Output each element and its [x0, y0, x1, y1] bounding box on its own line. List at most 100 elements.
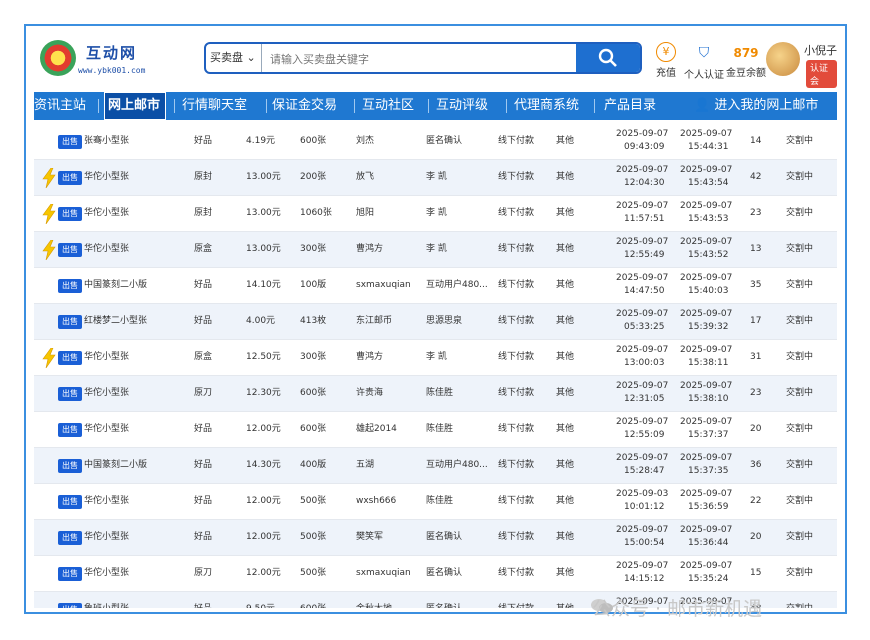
time-text: 15:43:53: [688, 214, 729, 224]
sell-badge: 出售: [58, 387, 82, 401]
time-text: 15:28:47: [624, 466, 665, 476]
cell-name[interactable]: 华佗小型张: [84, 160, 129, 195]
cell-grade: 好品: [194, 424, 213, 434]
yuan-icon: ¥: [656, 42, 676, 62]
table-row[interactable]: 出售 中国篆刻二小版 好品 14.10元 100版 sxmaxuqian 互动用户480..…: [34, 268, 837, 304]
site-logo-text[interactable]: 互动网: [86, 42, 137, 63]
publish-time: 2025-09-07 12:55:49: [616, 232, 668, 267]
nav-item-news[interactable]: 资讯主站: [34, 92, 86, 120]
cell-qty: 600张: [300, 388, 327, 398]
table-row[interactable]: 出售 华佗小型张 原封 13.00元 1060张 旭阳 李 凯 线下付款 其他 2025-09-0…: [34, 196, 837, 232]
table-row[interactable]: 出售 华佗小型张 好品 12.00元 500张 wxsh666 陈佳胜 线下付款 其他 2025-…: [34, 484, 837, 520]
table-row[interactable]: 出售 张骞小型张 好品 4.19元 600张 刘杰 匿名确认 线下付款 其他 2025-09-07…: [34, 124, 837, 160]
table-row[interactable]: 出售 华佗小型张 原刀 12.00元 500张 sxmaxuqian 匿名确认 线下付款 其他 2…: [34, 556, 837, 592]
time-text: 12:55:49: [624, 250, 665, 260]
cell-grade: 原盒: [194, 352, 213, 362]
cell-count: 20: [750, 532, 762, 542]
cell-qty: 300张: [300, 352, 327, 362]
nav-item-catalog[interactable]: 产品目录: [604, 92, 656, 120]
gold-bean-link[interactable]: 879 金豆余额: [726, 42, 766, 79]
cell-seller: 五湖: [356, 460, 375, 470]
nav-divider: [506, 99, 507, 113]
sell-badge: 出售: [58, 135, 82, 149]
cell-name[interactable]: 华佗小型张: [84, 520, 129, 555]
table-row[interactable]: 出售 红楼梦二小型张 好品 4.00元 413枚 东江邮币 思源思泉 线下付款 其他 2025-0…: [34, 304, 837, 340]
deal-time: 2025-09-07 15:37:37: [680, 412, 732, 447]
cell-qty: 413枚: [300, 316, 327, 326]
nav-item-agent-system[interactable]: 代理商系统: [514, 92, 579, 120]
cell-name[interactable]: 华佗小型张: [84, 340, 129, 375]
lightning-icon: [42, 168, 56, 188]
cell-status: 交割中: [786, 352, 814, 362]
my-market-link[interactable]: 👤 进入我的网上邮市: [694, 92, 818, 120]
cell-name[interactable]: 华佗小型张: [84, 196, 129, 231]
cell-seller: 曹鸿方: [356, 352, 384, 362]
nav-item-community[interactable]: 互动社区: [362, 92, 414, 120]
cell-name[interactable]: 华佗小型张: [84, 232, 129, 267]
cell-name[interactable]: 鲁班小型张: [84, 592, 129, 608]
table-row[interactable]: 出售 华佗小型张 原盒 13.00元 300张 曹鸿方 李 凯 线下付款 其他 2025-09-0…: [34, 232, 837, 268]
cell-name[interactable]: 华佗小型张: [84, 484, 129, 519]
cell-price: 12.30元: [246, 388, 281, 398]
table-row[interactable]: 出售 华佗小型张 原刀 12.30元 600张 许贵海 陈佳胜 线下付款 其他 2025-09-0…: [34, 376, 837, 412]
cell-count: 23: [750, 208, 762, 218]
search-type-select[interactable]: 买卖盘 ⌄: [206, 44, 262, 72]
nav-item-rating[interactable]: 互动评级: [436, 92, 488, 120]
recharge-link[interactable]: ¥ 充值: [646, 42, 686, 79]
search-button[interactable]: [576, 44, 640, 72]
sell-badge: 出售: [58, 531, 82, 545]
table-row[interactable]: 出售 华佗小型张 好品 12.00元 500张 樊笑军 匿名确认 线下付款 其他 2025-09-…: [34, 520, 837, 556]
cell-price: 14.30元: [246, 460, 281, 470]
cell-price: 13.00元: [246, 208, 281, 218]
publish-time: 2025-09-07 05:33:25: [616, 304, 668, 339]
nav-divider: [354, 99, 355, 113]
cell-name[interactable]: 华佗小型张: [84, 376, 129, 411]
search-input[interactable]: [268, 47, 552, 71]
cell-name[interactable]: 张骞小型张: [84, 124, 129, 159]
deal-time: 2025-09-07 15:40:03: [680, 268, 732, 303]
time-text: 10:01:12: [624, 502, 665, 512]
cell-name[interactable]: 中国篆刻二小版: [84, 448, 147, 483]
date-text: 2025-09-07: [680, 309, 733, 319]
time-text: 15:36:59: [688, 502, 729, 512]
publish-time: 2025-09-07 15:00:54: [616, 520, 668, 555]
date-text: 2025-09-07: [616, 273, 669, 283]
time-text: 12:55:09: [624, 430, 665, 440]
table-row[interactable]: 出售 中国篆刻二小版 好品 14.30元 400版 五湖 互动用户480... 线下付款 其他 2…: [34, 448, 837, 484]
cell-price: 13.00元: [246, 172, 281, 182]
table-row[interactable]: 出售 华佗小型张 原盒 12.50元 300张 曹鸿方 李 凯 线下付款 其他 2025-09-0…: [34, 340, 837, 376]
cell-name[interactable]: 华佗小型张: [84, 412, 129, 447]
cell-other: 其他: [556, 388, 575, 398]
cell-status: 交割中: [786, 424, 814, 434]
user-name[interactable]: 小倪子: [804, 42, 837, 58]
nav-item-margin-trade[interactable]: 保证金交易: [272, 92, 337, 120]
verify-link[interactable]: ⛉ 个人认证: [682, 42, 726, 81]
cell-grade: 好品: [194, 592, 212, 608]
date-text: 2025-09-07: [680, 345, 733, 355]
site-logo-icon[interactable]: [40, 40, 76, 76]
time-text: 12:31:05: [624, 394, 665, 404]
nav-item-online-market[interactable]: 网上邮市: [104, 92, 166, 120]
cell-seller: sxmaxuqian: [356, 568, 411, 578]
avatar[interactable]: [766, 42, 800, 76]
nav-divider: [266, 99, 267, 113]
cell-pay: 线下付款: [498, 592, 534, 608]
cell-name[interactable]: 红楼梦二小型张: [84, 304, 147, 339]
date-text: 2025-09-07: [616, 345, 669, 355]
time-text: 15:44:31: [688, 142, 729, 152]
cell-name[interactable]: 华佗小型张: [84, 556, 129, 591]
nav-item-chat-room[interactable]: 行情聊天室: [182, 92, 247, 120]
cell-buyer: 李 凯: [426, 352, 447, 362]
date-text: 2025-09-07: [616, 165, 669, 175]
user-badge: 认证会: [806, 60, 837, 88]
table-row[interactable]: 出售 华佗小型张 原封 13.00元 200张 放飞 李 凯 线下付款 其他 2025-09-07…: [34, 160, 837, 196]
cell-price: 12.00元: [246, 496, 281, 506]
date-text: 2025-09-07: [680, 201, 733, 211]
table-row[interactable]: 出售 华佗小型张 好品 12.00元 600张 雄起2014 陈佳胜 线下付款 其他 2025-0…: [34, 412, 837, 448]
deal-time: 2025-09-07 15:38:11: [680, 340, 732, 375]
deal-table: 出售 张骞小型张 好品 4.19元 600张 刘杰 匿名确认 线下付款 其他 2025-09-07…: [34, 124, 837, 608]
lightning-icon: [42, 204, 56, 224]
cell-name[interactable]: 中国篆刻二小版: [84, 268, 147, 303]
cell-price: 12.00元: [246, 424, 281, 434]
cell-pay: 线下付款: [498, 136, 535, 146]
